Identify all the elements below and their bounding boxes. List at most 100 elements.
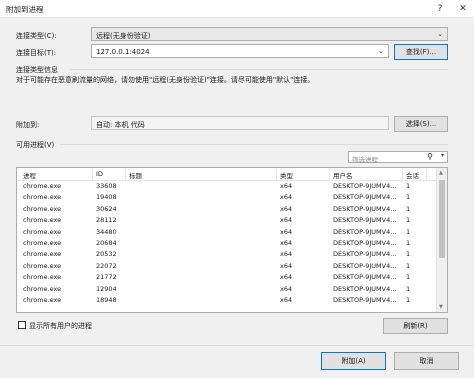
cell-username: DESKTOP-9JUMV4... — [333, 284, 397, 293]
connection-type-value: 远程(无身份验证) — [96, 32, 151, 40]
cell-session: 1 — [406, 250, 411, 259]
select-button[interactable]: 选择(S)... — [394, 116, 448, 132]
cell-session: 1 — [406, 193, 411, 202]
connection-info-heading: 连接类型信息 — [16, 66, 58, 74]
cell-type: x64 — [280, 216, 293, 225]
cell-process: chrome.exe — [23, 182, 62, 190]
cell-session: 1 — [406, 295, 411, 304]
title-bar: 附加到进程 ? ✕ — [0, 0, 474, 18]
column-header-type[interactable]: 类型 — [280, 170, 293, 180]
scrollbar-thumb[interactable] — [439, 180, 445, 258]
cell-id: 34480 — [96, 227, 117, 236]
table-row[interactable]: chrome.exe 33608 x64 DESKTOP-9JUMV4... 1 — [17, 181, 437, 192]
close-button[interactable]: ✕ — [455, 1, 471, 17]
cell-session: 1 — [406, 216, 411, 225]
attach-to-label: 附加到: — [16, 121, 40, 129]
table-row[interactable]: chrome.exe 21772 x64 DESKTOP-9JUMV4... 1 — [17, 272, 437, 283]
table-row[interactable]: chrome.exe 19408 x64 DESKTOP-9JUMV4... 1 — [17, 192, 437, 203]
attach-to-field: 自动: 本机 代码 — [91, 116, 389, 130]
column-separator — [329, 168, 330, 180]
connection-type-dropdown[interactable]: 远程(无身份验证) ⌄ — [91, 27, 448, 41]
connection-type-label: 连接类型(C): — [16, 32, 57, 40]
cell-session: 1 — [406, 261, 411, 270]
table-row[interactable]: chrome.exe 12904 x64 DESKTOP-9JUMV4... 1 — [17, 284, 437, 295]
refresh-button[interactable]: 刷新(R) — [383, 318, 448, 334]
connection-target-label: 连接目标(T): — [16, 49, 57, 57]
chevron-down-icon[interactable]: ⌄ — [378, 47, 384, 55]
column-separator — [426, 168, 427, 180]
available-processes-label: 可用进程(V) — [16, 141, 55, 149]
cell-type: x64 — [280, 273, 293, 282]
cell-id: 21772 — [96, 273, 117, 282]
cell-username: DESKTOP-9JUMV4... — [333, 261, 397, 270]
column-header-id[interactable]: ID — [96, 170, 103, 178]
cell-process: chrome.exe — [23, 273, 62, 282]
show-all-users-label[interactable]: 显示所有用户的进程 — [29, 321, 92, 331]
show-all-users-checkbox[interactable] — [18, 321, 26, 329]
cell-id: 19408 — [96, 193, 117, 202]
table-row[interactable]: chrome.exe 30624 x64 DESKTOP-9JUMV4... 1 — [17, 204, 437, 215]
connection-target-input[interactable]: 127.0.0.1:4024 ⌄ — [91, 44, 389, 58]
cell-session: 1 — [406, 204, 411, 213]
cell-type: x64 — [280, 261, 293, 270]
table-row[interactable]: chrome.exe 34480 x64 DESKTOP-9JUMV4... 1 — [17, 227, 437, 238]
chevron-down-icon[interactable]: ▾ — [441, 152, 444, 159]
cell-type: x64 — [280, 193, 293, 202]
scroll-up-icon[interactable]: ▲ — [439, 170, 443, 176]
cell-process: chrome.exe — [23, 227, 62, 236]
cell-id: 12904 — [96, 284, 117, 293]
column-header-title[interactable]: 标题 — [129, 170, 142, 180]
filter-processes-input[interactable]: 筛选进程 ⚲ ▾ — [348, 151, 448, 164]
help-button[interactable]: ? — [432, 1, 448, 17]
cell-session: 1 — [406, 227, 411, 236]
vertical-scrollbar[interactable]: ▲ ▼ — [436, 168, 447, 312]
cell-id: 20684 — [96, 238, 117, 247]
cell-username: DESKTOP-9JUMV4... — [333, 273, 397, 282]
scroll-down-icon[interactable]: ▼ — [439, 304, 443, 310]
cell-type: x64 — [280, 182, 293, 190]
group-divider — [70, 69, 448, 70]
cell-process: chrome.exe — [23, 295, 62, 304]
cell-username: DESKTOP-9JUMV4... — [333, 238, 397, 247]
group-divider — [60, 144, 448, 145]
cell-type: x64 — [280, 250, 293, 259]
cancel-button[interactable]: 取消 — [394, 352, 459, 370]
cell-id: 28112 — [96, 216, 117, 225]
search-icon[interactable]: ⚲ — [427, 152, 433, 161]
column-header-process[interactable]: 进程 — [23, 170, 36, 180]
cell-type: x64 — [280, 238, 293, 247]
cell-username: DESKTOP-9JUMV4... — [333, 295, 397, 304]
table-row[interactable]: chrome.exe 20684 x64 DESKTOP-9JUMV4... 1 — [17, 238, 437, 249]
cell-type: x64 — [280, 204, 293, 213]
cell-type: x64 — [280, 284, 293, 293]
filter-placeholder: 筛选进程 — [352, 156, 378, 164]
cell-username: DESKTOP-9JUMV4... — [333, 182, 397, 190]
column-separator — [92, 168, 93, 180]
cell-username: DESKTOP-9JUMV4... — [333, 204, 397, 213]
attach-button[interactable]: 附加(A) — [321, 352, 386, 370]
table-header: 进程 ID 标题 类型 用户名 会话 — [17, 168, 437, 181]
chevron-down-icon: ⌄ — [437, 30, 443, 38]
table-row[interactable]: chrome.exe 22072 x64 DESKTOP-9JUMV4... 1 — [17, 261, 437, 272]
cell-session: 1 — [406, 284, 411, 293]
process-table[interactable]: 进程 ID 标题 类型 用户名 会话 chrome.exe 33608 x64 DES… — [16, 167, 448, 313]
connection-target-value: 127.0.0.1:4024 — [96, 48, 150, 56]
cell-session: 1 — [406, 273, 411, 282]
column-separator — [402, 168, 403, 180]
cell-process: chrome.exe — [23, 284, 62, 293]
column-header-session[interactable]: 会话 — [406, 170, 419, 180]
cell-process: chrome.exe — [23, 193, 62, 202]
table-row[interactable]: chrome.exe 28112 x64 DESKTOP-9JUMV4... 1 — [17, 215, 437, 226]
cell-session: 1 — [406, 238, 411, 247]
cell-username: DESKTOP-9JUMV4... — [333, 216, 397, 225]
column-header-username[interactable]: 用户名 — [333, 170, 353, 180]
find-button[interactable]: 查找(F)... — [394, 44, 448, 60]
cell-type: x64 — [280, 295, 293, 304]
cell-username: DESKTOP-9JUMV4... — [333, 250, 397, 259]
cell-session: 1 — [406, 182, 411, 190]
table-row[interactable]: chrome.exe 20532 x64 DESKTOP-9JUMV4... 1 — [17, 249, 437, 260]
table-body: chrome.exe 33608 x64 DESKTOP-9JUMV4... 1 chro… — [17, 181, 437, 306]
table-row[interactable]: chrome.exe 18948 x64 DESKTOP-9JUMV4... 1 — [17, 295, 437, 306]
cell-username: DESKTOP-9JUMV4... — [333, 227, 397, 236]
window-title: 附加到进程 — [6, 5, 44, 14]
